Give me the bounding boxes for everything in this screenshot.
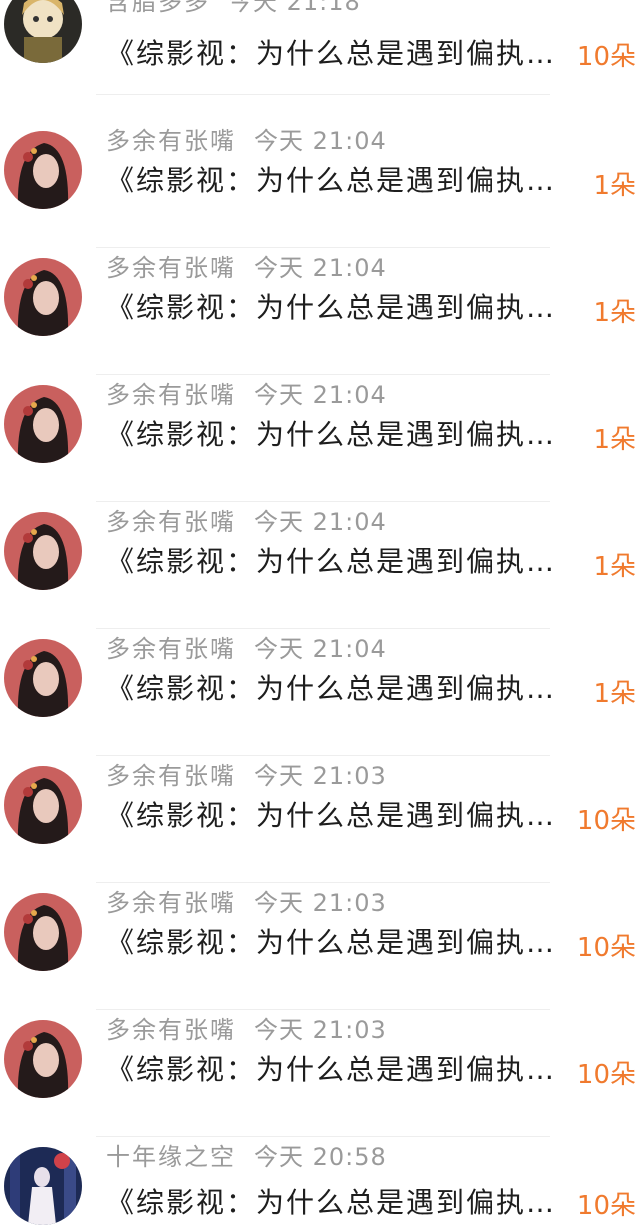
timestamp: 今天 21:04	[254, 381, 387, 409]
avatar[interactable]	[4, 1147, 82, 1225]
timestamp: 今天 21:04	[254, 635, 387, 663]
meta-line: 多余有张嘴 今天 21:03	[106, 756, 387, 791]
timestamp: 今天 21:04	[254, 254, 387, 282]
list-item[interactable]: 多余有张嘴 今天 21:04 《综影视：为什么总是遇到偏执… 1朵	[0, 375, 640, 502]
avatar[interactable]	[4, 893, 82, 971]
sender-name: 多余有张嘴	[106, 762, 236, 790]
list-item[interactable]: 多余有张嘴 今天 21:04 《综影视：为什么总是遇到偏执… 1朵	[0, 248, 640, 375]
message-preview: 《综影视：为什么总是遇到偏执…	[106, 926, 557, 959]
list-item[interactable]: 多余有张嘴 今天 21:03 《综影视：为什么总是遇到偏执… 10朵	[0, 756, 640, 883]
avatar[interactable]	[4, 639, 82, 717]
sender-name: 多余有张嘴	[106, 127, 236, 155]
sender-name: 多余有张嘴	[106, 254, 236, 282]
gift-record-list: 含脂多多 今天 21:18 《综影视：为什么总是遇到偏执… 10朵 多余有张嘴 今天…	[0, 0, 640, 1225]
list-item[interactable]: 多余有张嘴 今天 21:03 《综影视：为什么总是遇到偏执… 10朵	[0, 1010, 640, 1137]
sender-name: 十年缘之空	[106, 1143, 236, 1171]
avatar[interactable]	[4, 512, 82, 590]
list-item[interactable]: 多余有张嘴 今天 21:04 《综影视：为什么总是遇到偏执… 1朵	[0, 629, 640, 756]
message-preview: 《综影视：为什么总是遇到偏执…	[106, 418, 557, 451]
sender-name: 多余有张嘴	[106, 508, 236, 536]
timestamp: 今天 21:03	[254, 762, 387, 790]
sender-name: 多余有张嘴	[106, 635, 236, 663]
meta-line: 十年缘之空 今天 20:58	[106, 1137, 387, 1172]
avatar[interactable]	[4, 1020, 82, 1098]
message-preview: 《综影视：为什么总是遇到偏执…	[106, 37, 557, 70]
flower-count: 10朵	[576, 1060, 636, 1090]
list-item[interactable]: 多余有张嘴 今天 21:03 《综影视：为什么总是遇到偏执… 10朵	[0, 883, 640, 1010]
flower-count: 10朵	[576, 806, 636, 836]
list-item[interactable]: 多余有张嘴 今天 21:04 《综影视：为什么总是遇到偏执… 1朵	[0, 121, 640, 248]
meta-line: 多余有张嘴 今天 21:03	[106, 1010, 387, 1045]
message-preview: 《综影视：为什么总是遇到偏执…	[106, 672, 557, 705]
message-preview: 《综影视：为什么总是遇到偏执…	[106, 545, 557, 578]
avatar[interactable]	[4, 385, 82, 463]
timestamp: 今天 21:03	[254, 1016, 387, 1044]
flower-count: 10朵	[576, 1191, 636, 1221]
meta-line: 多余有张嘴 今天 21:04	[106, 629, 387, 664]
avatar[interactable]	[4, 258, 82, 336]
timestamp: 今天 21:04	[254, 508, 387, 536]
list-item[interactable]: 含脂多多 今天 21:18 《综影视：为什么总是遇到偏执… 10朵	[0, 0, 640, 109]
avatar[interactable]	[4, 131, 82, 209]
divider	[96, 94, 550, 95]
avatar[interactable]	[4, 0, 82, 63]
list-item[interactable]: 十年缘之空 今天 20:58 《综影视：为什么总是遇到偏执… 10朵	[0, 1137, 640, 1225]
flower-count: 10朵	[576, 933, 636, 963]
list-item[interactable]: 多余有张嘴 今天 21:04 《综影视：为什么总是遇到偏执… 1朵	[0, 502, 640, 629]
flower-count: 1朵	[593, 679, 636, 709]
flower-count: 1朵	[593, 552, 636, 582]
timestamp: 今天 21:18	[228, 0, 361, 16]
meta-line: 多余有张嘴 今天 21:04	[106, 248, 387, 283]
sender-name: 多余有张嘴	[106, 381, 236, 409]
timestamp: 今天 20:58	[254, 1143, 387, 1171]
sender-name: 多余有张嘴	[106, 1016, 236, 1044]
meta-line: 多余有张嘴 今天 21:04	[106, 502, 387, 537]
flower-count: 1朵	[593, 425, 636, 455]
avatar[interactable]	[4, 766, 82, 844]
meta-line: 多余有张嘴 今天 21:04	[106, 121, 387, 156]
message-preview: 《综影视：为什么总是遇到偏执…	[106, 164, 557, 197]
message-preview: 《综影视：为什么总是遇到偏执…	[106, 1186, 557, 1219]
message-preview: 《综影视：为什么总是遇到偏执…	[106, 1053, 557, 1086]
timestamp: 今天 21:03	[254, 889, 387, 917]
flower-count: 1朵	[593, 171, 636, 201]
flower-count: 10朵	[576, 42, 636, 72]
meta-line: 含脂多多 今天 21:18	[106, 0, 361, 17]
message-preview: 《综影视：为什么总是遇到偏执…	[106, 291, 557, 324]
meta-line: 多余有张嘴 今天 21:04	[106, 375, 387, 410]
flower-count: 1朵	[593, 298, 636, 328]
message-preview: 《综影视：为什么总是遇到偏执…	[106, 799, 557, 832]
meta-line: 多余有张嘴 今天 21:03	[106, 883, 387, 918]
sender-name: 含脂多多	[106, 0, 210, 16]
sender-name: 多余有张嘴	[106, 889, 236, 917]
timestamp: 今天 21:04	[254, 127, 387, 155]
